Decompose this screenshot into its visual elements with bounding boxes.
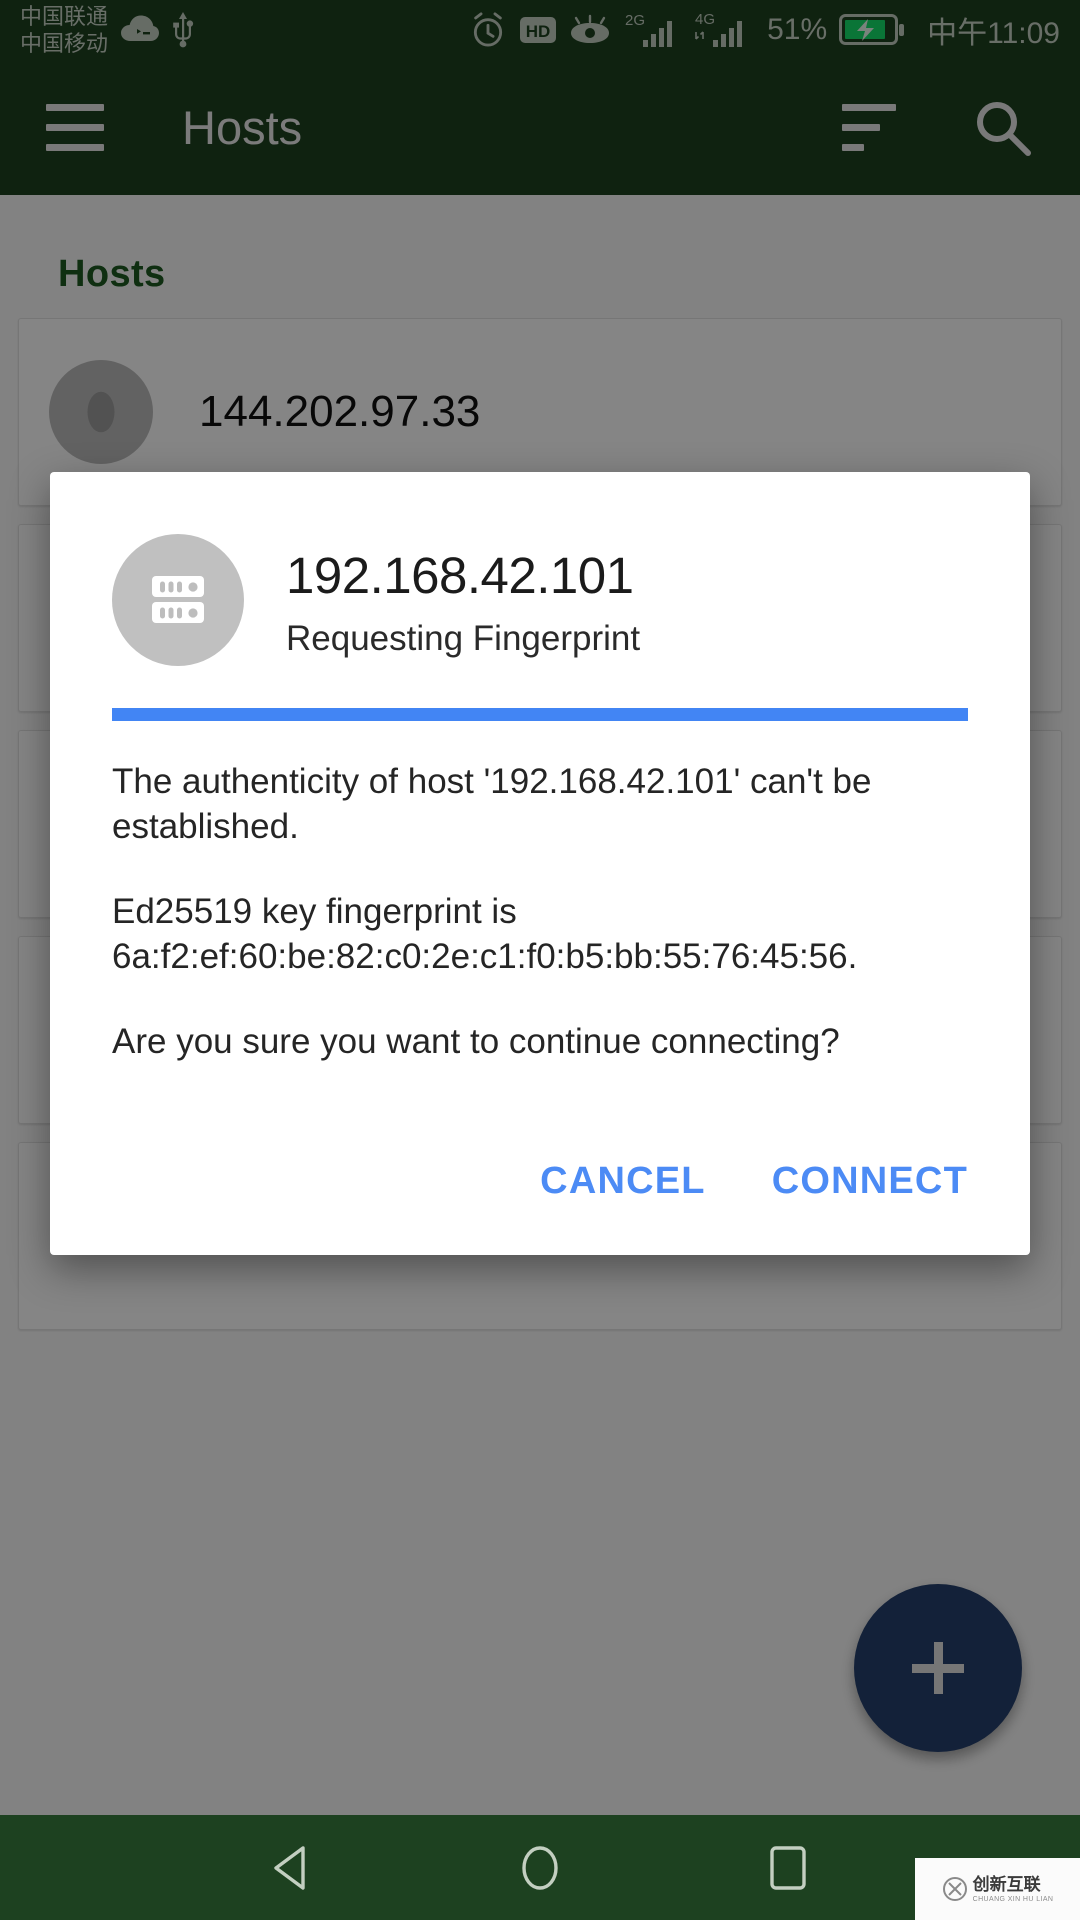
watermark-text: 创新互联 CHUANG XIN HU LIAN — [973, 1876, 1054, 1903]
dialog-header-text: 192.168.42.101 Requesting Fingerprint — [286, 534, 640, 659]
cancel-button[interactable]: CANCEL — [540, 1160, 706, 1203]
dialog-paragraph: Are you sure you want to continue connec… — [112, 1022, 840, 1061]
dialog-subtitle: Requesting Fingerprint — [286, 619, 641, 658]
connect-button[interactable]: CONNECT — [772, 1160, 968, 1203]
dialog-paragraph: Ed25519 key fingerprint is 6a:f2:ef:60:b… — [112, 892, 858, 976]
fingerprint-dialog: 192.168.42.101 Requesting Fingerprint Th… — [50, 472, 1030, 1255]
dialog-paragraph: The authenticity of host '192.168.42.101… — [112, 762, 872, 846]
server-glyph — [152, 576, 204, 623]
home-circle-icon[interactable] — [511, 1839, 569, 1897]
dialog-actions: CANCEL CONNECT — [50, 1064, 1030, 1255]
watermark: 创新互联 CHUANG XIN HU LIAN — [915, 1858, 1080, 1920]
dialog-accent-divider — [112, 708, 968, 721]
watermark-logo-icon — [942, 1877, 967, 1901]
dialog-body: The authenticity of host '192.168.42.101… — [50, 721, 1030, 1064]
watermark-cn-label: 创新互联 — [972, 1874, 1041, 1894]
watermark-en-label: CHUANG XIN HU LIAN — [972, 1895, 1054, 1903]
dialog-header: 192.168.42.101 Requesting Fingerprint — [50, 472, 1030, 666]
server-icon — [112, 534, 244, 666]
dialog-title: 192.168.42.101 — [286, 547, 634, 604]
recents-square-icon[interactable] — [759, 1839, 817, 1897]
back-triangle-icon[interactable] — [263, 1839, 321, 1897]
